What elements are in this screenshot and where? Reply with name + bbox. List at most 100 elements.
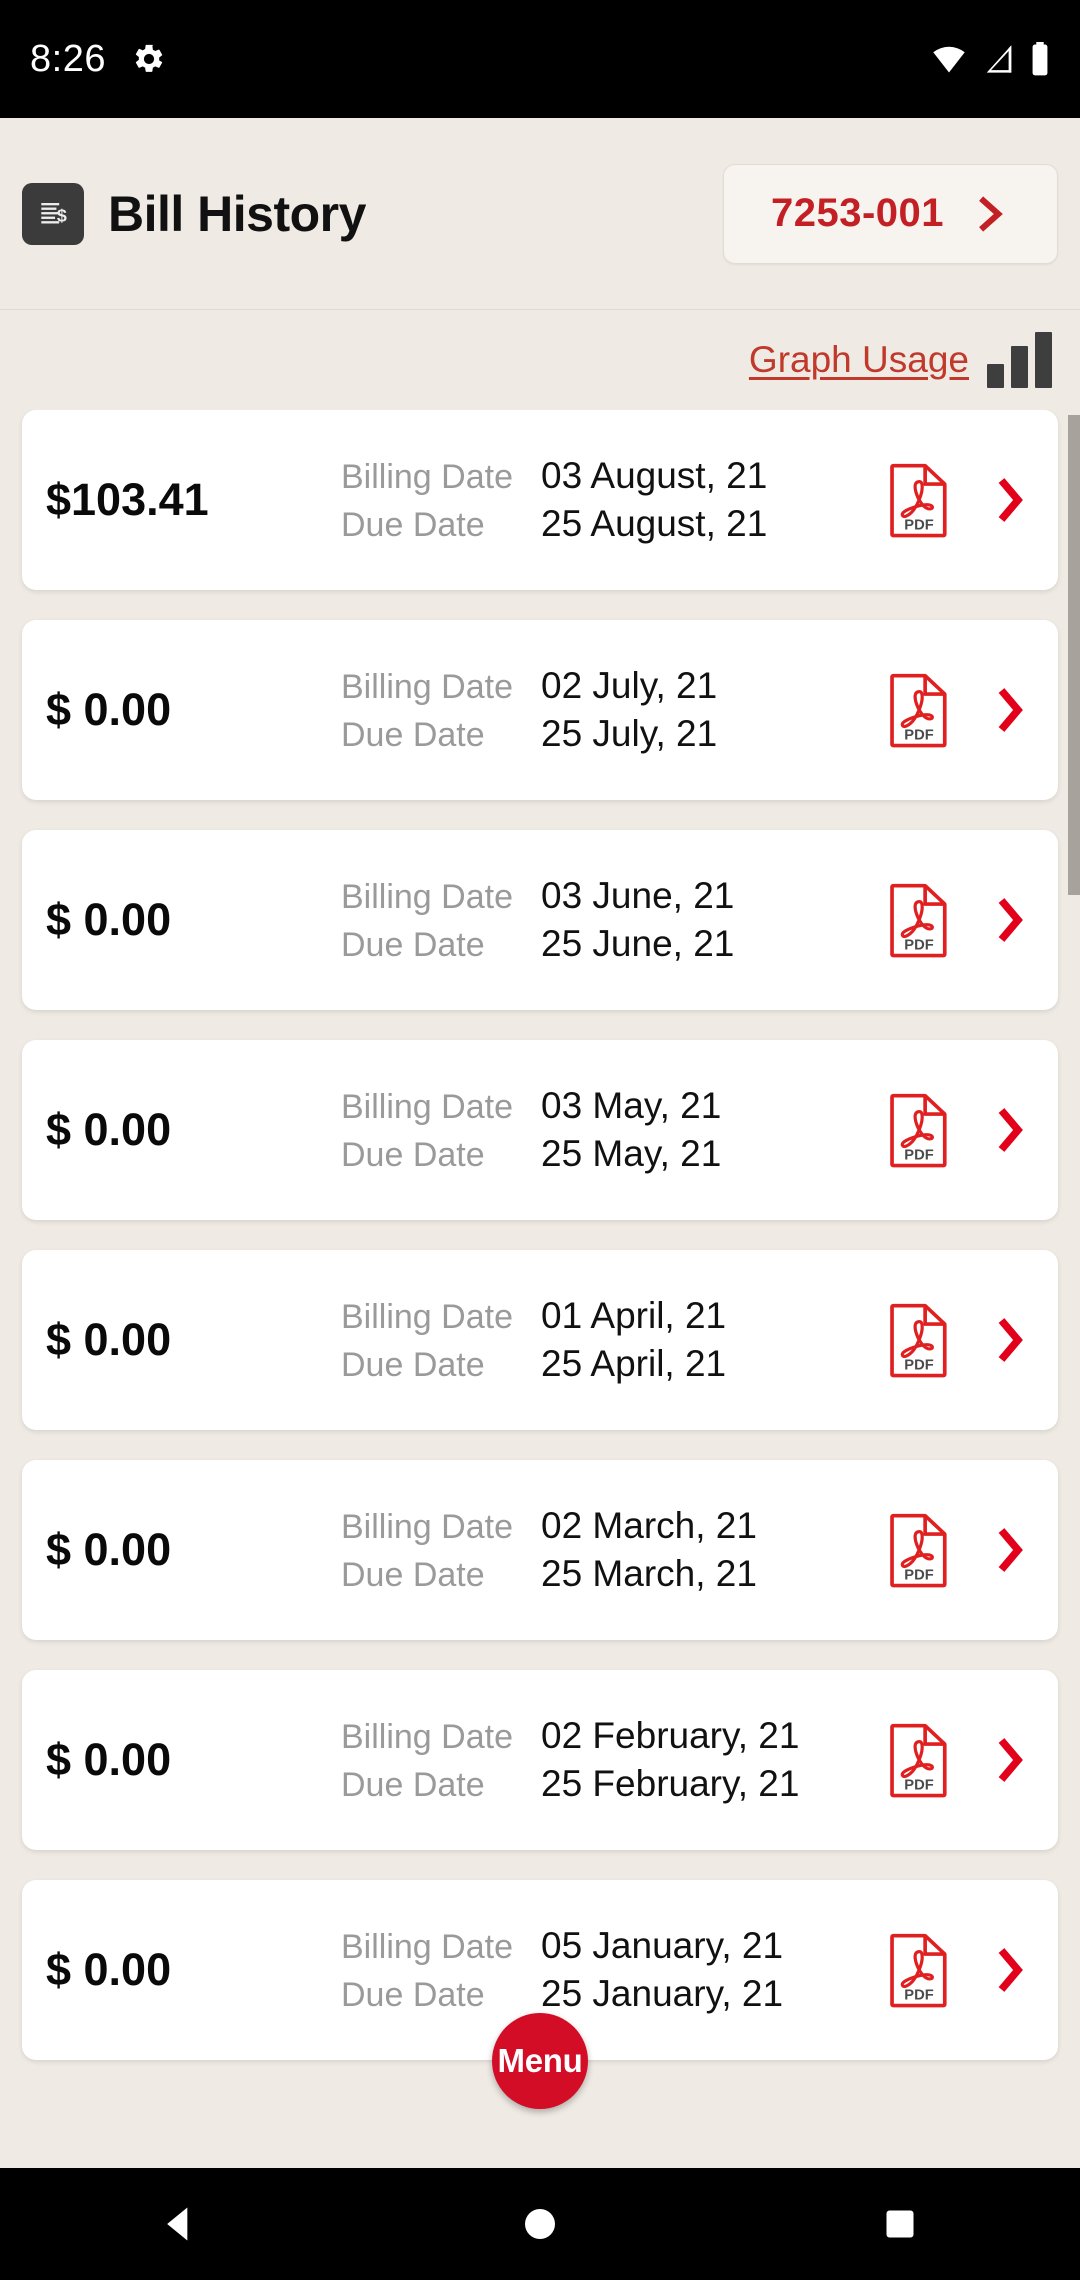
pdf-icon: PDF — [890, 1933, 947, 2008]
billing-date-label: Billing Date — [341, 1508, 513, 1546]
bill-amount: $103.41 — [46, 474, 209, 525]
billing-date-label: Billing Date — [341, 1718, 513, 1756]
billing-date-label: Billing Date — [341, 668, 513, 706]
bill-dates: Billing Date 03 August, 21 Due Date 25 A… — [341, 455, 880, 545]
status-bar: 8:26 — [0, 0, 1080, 118]
pdf-icon: PDF — [890, 673, 947, 748]
due-date-row: Due Date 25 June, 21 — [341, 923, 880, 965]
pdf-download-button[interactable]: PDF — [880, 882, 958, 958]
due-date-value: 25 July, 21 — [541, 713, 718, 754]
nav-back-button[interactable] — [90, 2202, 270, 2246]
graph-usage-link[interactable]: Graph Usage — [749, 339, 969, 381]
billing-date-value: 03 June, 21 — [541, 875, 735, 916]
bill-detail-chevron[interactable] — [986, 1104, 1032, 1156]
table-row[interactable]: $ 0.00 Billing Date 02 February, 21 Due … — [22, 1670, 1058, 1850]
back-triangle-icon — [167, 2207, 188, 2241]
wifi-icon — [933, 46, 965, 73]
due-date-label: Due Date — [341, 1136, 485, 1174]
bill-dates: Billing Date 02 July, 21 Due Date 25 Jul… — [341, 665, 880, 755]
account-number-label: 7253-001 — [770, 191, 945, 235]
billing-date-label: Billing Date — [341, 1088, 513, 1126]
pdf-download-button[interactable]: PDF — [880, 462, 958, 538]
pdf-label: PDF — [904, 727, 933, 743]
bill-amount: $ 0.00 — [46, 684, 172, 735]
phone-screen: 8:26 $ Bill History 7253-001 Graph Usage… — [0, 0, 1080, 2280]
pdf-download-button[interactable]: PDF — [880, 672, 958, 748]
billing-date-row: Billing Date 02 July, 21 — [341, 665, 880, 707]
pdf-icon: PDF — [890, 1303, 947, 1378]
cellular-signal-icon — [986, 45, 1012, 73]
table-row[interactable]: $103.41 Billing Date 03 August, 21 Due D… — [22, 410, 1058, 590]
table-row[interactable]: $ 0.00 Billing Date 01 April, 21 Due Dat… — [22, 1250, 1058, 1430]
billing-date-value: 02 February, 21 — [541, 1715, 800, 1756]
bill-dates: Billing Date 02 March, 21 Due Date 25 Ma… — [341, 1505, 880, 1595]
menu-fab-button[interactable]: Menu — [492, 2013, 588, 2109]
bill-history-list[interactable]: $103.41 Billing Date 03 August, 21 Due D… — [0, 410, 1080, 2110]
billing-date-label: Billing Date — [341, 1928, 513, 1966]
table-row[interactable]: $ 0.00 Billing Date 02 July, 21 Due Date… — [22, 620, 1058, 800]
due-date-row: Due Date 25 August, 21 — [341, 503, 880, 545]
chevron-right-icon — [998, 1738, 1023, 1782]
pdf-download-button[interactable]: PDF — [880, 1512, 958, 1588]
bill-amount: $ 0.00 — [46, 1734, 172, 1785]
pdf-label: PDF — [904, 1357, 933, 1373]
page-title: Bill History — [108, 185, 366, 242]
status-bar-clock: 8:26 — [30, 37, 106, 80]
pdf-download-button[interactable]: PDF — [880, 1302, 958, 1378]
pdf-icon: PDF — [890, 463, 947, 538]
billing-date-label: Billing Date — [341, 458, 513, 496]
billing-date-value: 01 April, 21 — [541, 1295, 727, 1336]
bill-amount: $ 0.00 — [46, 1314, 172, 1365]
svg-text:$: $ — [57, 205, 67, 225]
pdf-label: PDF — [904, 1987, 933, 2003]
due-date-label: Due Date — [341, 1556, 485, 1594]
bill-detail-chevron[interactable] — [986, 474, 1032, 526]
chevron-right-icon — [998, 688, 1023, 732]
bill-detail-chevron[interactable] — [986, 1944, 1032, 1996]
due-date-row: Due Date 25 July, 21 — [341, 713, 880, 755]
bill-detail-chevron[interactable] — [986, 1314, 1032, 1366]
bill-amount: $ 0.00 — [46, 1524, 172, 1575]
due-date-row: Due Date 25 January, 21 — [341, 1973, 880, 2015]
billing-date-value: 03 May, 21 — [541, 1085, 722, 1126]
bill-detail-chevron[interactable] — [986, 684, 1032, 736]
bill-detail-chevron[interactable] — [986, 1734, 1032, 1786]
chevron-right-icon — [979, 195, 1003, 232]
account-selector-button[interactable]: 7253-001 — [723, 163, 1058, 264]
due-date-row: Due Date 25 May, 21 — [341, 1133, 880, 1175]
due-date-row: Due Date 25 April, 21 — [341, 1343, 880, 1385]
table-row[interactable]: $ 0.00 Billing Date 03 June, 21 Due Date… — [22, 830, 1058, 1010]
due-date-row: Due Date 25 February, 21 — [341, 1763, 880, 1805]
pdf-icon: PDF — [890, 1093, 947, 1168]
chevron-right-icon — [998, 1318, 1023, 1362]
billing-date-row: Billing Date 03 May, 21 — [341, 1085, 880, 1127]
pdf-label: PDF — [904, 1147, 933, 1163]
due-date-value: 25 May, 21 — [541, 1133, 722, 1174]
bar-chart-icon[interactable] — [987, 332, 1052, 388]
list-scrollbar[interactable] — [1068, 415, 1080, 895]
billing-date-value: 02 July, 21 — [541, 665, 718, 706]
billing-date-row: Billing Date 01 April, 21 — [341, 1295, 880, 1337]
chevron-right-icon — [998, 1108, 1023, 1152]
bill-dates: Billing Date 03 May, 21 Due Date 25 May,… — [341, 1085, 880, 1175]
chevron-right-icon — [998, 898, 1023, 942]
bill-detail-chevron[interactable] — [986, 1524, 1032, 1576]
due-date-value: 25 June, 21 — [541, 923, 735, 964]
app-content: $ Bill History 7253-001 Graph Usage $103… — [0, 118, 1080, 2168]
chevron-right-icon — [998, 1948, 1023, 1992]
due-date-value: 25 August, 21 — [541, 503, 768, 544]
pdf-icon: PDF — [890, 1513, 947, 1588]
nav-home-button[interactable] — [450, 2204, 630, 2244]
pdf-download-button[interactable]: PDF — [880, 1722, 958, 1798]
graph-usage-row[interactable]: Graph Usage — [0, 310, 1080, 410]
bill-amount: $ 0.00 — [46, 894, 172, 945]
table-row[interactable]: $ 0.00 Billing Date 02 March, 21 Due Dat… — [22, 1460, 1058, 1640]
billing-date-value: 03 August, 21 — [541, 455, 768, 496]
pdf-download-button[interactable]: PDF — [880, 1092, 958, 1168]
nav-recents-button[interactable] — [810, 2206, 990, 2242]
billing-date-row: Billing Date 03 August, 21 — [341, 455, 880, 497]
bill-amount: $ 0.00 — [46, 1104, 172, 1155]
bill-detail-chevron[interactable] — [986, 894, 1032, 946]
pdf-download-button[interactable]: PDF — [880, 1932, 958, 2008]
table-row[interactable]: $ 0.00 Billing Date 03 May, 21 Due Date … — [22, 1040, 1058, 1220]
